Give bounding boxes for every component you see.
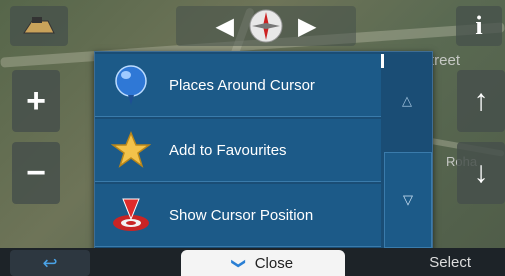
back-button[interactable]: ↩ [10,250,90,276]
tilt-up-button[interactable]: ↑ [457,70,505,132]
back-arrow-icon: ↩ [42,252,58,273]
star-icon [107,126,155,174]
arrow-up-icon: ↑ [473,84,489,117]
street-label: treet [430,52,461,69]
close-button[interactable]: ❯ Close [181,250,345,276]
menu-item-places-around-cursor[interactable]: Places Around Cursor [95,54,381,117]
zoom-out-button[interactable]: − [12,142,60,204]
menu-item-add-to-favourites[interactable]: Add to Favourites [95,119,381,182]
plus-icon: + [26,81,46,120]
menu-item-label: Add to Favourites [169,141,287,159]
menu-item-show-cursor-position[interactable]: Show Cursor Position [95,184,381,247]
scroll-up-icon: △ [402,93,412,108]
scroll-down-icon: ▽ [403,192,413,207]
close-label: Close [254,254,294,272]
balloon-pin-icon [107,61,155,109]
tilt-down-button[interactable]: ↓ [457,142,505,204]
minus-icon: − [26,153,46,192]
info-button[interactable]: i [456,6,502,46]
map-icon [23,17,55,34]
arrow-down-icon: ↓ [473,156,489,189]
compass-icon[interactable] [248,8,284,44]
chevron-down-icon: ❯ [231,257,248,269]
cursor-menu: Places Around Cursor Add to Favourites S… [94,51,433,250]
scroll-up-button[interactable]: △ [384,54,430,148]
menu-item-label: Show Cursor Position [169,206,314,224]
nav-controls: ◀ ▶ [176,6,356,46]
scroll-down-button[interactable]: ▽ [384,152,432,248]
position-marker-icon [107,191,155,239]
map-toggle-button[interactable] [10,6,68,46]
select-button[interactable]: Select [429,254,471,271]
menu-item-label: Places Around Cursor [169,76,315,94]
info-icon: i [475,11,483,40]
arrow-left-icon[interactable]: ◀ [216,12,234,41]
scroll-thumb[interactable] [381,54,384,68]
zoom-in-button[interactable]: + [12,70,60,132]
arrow-right-icon[interactable]: ▶ [298,12,316,41]
